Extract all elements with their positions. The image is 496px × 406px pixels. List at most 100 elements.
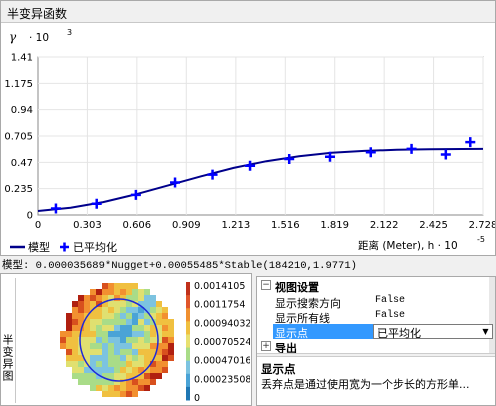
surface-cell — [120, 337, 126, 343]
surface-cell — [162, 331, 168, 337]
surface-cell — [114, 373, 120, 379]
surface-cell — [78, 313, 84, 319]
surface-cell — [156, 355, 162, 361]
surface-cell — [156, 361, 162, 367]
colorbar-segment — [186, 321, 190, 335]
surface-cell — [156, 313, 162, 319]
surface-cell — [108, 313, 114, 319]
surface-cell — [66, 349, 72, 355]
surface-cell — [126, 385, 132, 391]
surface-cell — [96, 343, 102, 349]
y-tick-label: 0.94 — [11, 105, 33, 116]
surface-cell — [78, 337, 84, 343]
surface-cell — [108, 343, 114, 349]
surface-cell — [144, 289, 150, 295]
surface-cell — [126, 367, 132, 373]
surface-cell — [144, 385, 150, 391]
surface-cell — [102, 349, 108, 355]
surface-cell — [72, 307, 78, 313]
category-export[interactable]: + 导出 — [257, 339, 495, 355]
surface-cell — [78, 361, 84, 367]
surface-cell — [114, 307, 120, 313]
semivariogram-surface-map[interactable] — [59, 282, 183, 402]
surface-cell — [114, 331, 120, 337]
surface-cell — [108, 301, 114, 307]
surface-cell — [90, 349, 96, 355]
splitter[interactable] — [257, 353, 495, 357]
surface-cell — [114, 379, 120, 385]
x-tick-label: 0 — [35, 220, 41, 231]
surface-cell — [90, 337, 96, 343]
surface-cell — [120, 325, 126, 331]
expand-icon[interactable]: + — [261, 341, 271, 351]
surface-cell — [120, 307, 126, 313]
surface-cell — [120, 331, 126, 337]
x-tick-label: 0.303 — [73, 220, 102, 231]
surface-cell — [90, 295, 96, 301]
surface-cell — [132, 283, 138, 289]
surface-cell — [126, 289, 132, 295]
surface-cell — [102, 331, 108, 337]
surface-cell — [96, 319, 102, 325]
category-view-settings[interactable]: − 视图设置 — [257, 278, 495, 294]
surface-cell — [84, 331, 90, 337]
surface-cell — [78, 307, 84, 313]
surface-cell — [144, 301, 150, 307]
surface-cell — [84, 295, 90, 301]
surface-cell — [132, 367, 138, 373]
property-value[interactable]: False — [375, 295, 405, 306]
surface-vertical-label: 半变异图 — [1, 278, 16, 403]
surface-cell — [72, 355, 78, 361]
surface-cell — [72, 325, 78, 331]
surface-cell — [144, 325, 150, 331]
surface-cell — [96, 349, 102, 355]
property-value[interactable]: False — [375, 310, 405, 321]
surface-cell — [66, 343, 72, 349]
surface-cell — [96, 331, 102, 337]
surface-cell — [102, 337, 108, 343]
surface-cell — [108, 283, 114, 289]
x-tick-label: 0.909 — [172, 220, 201, 231]
colorbar-segment — [186, 373, 190, 388]
surface-cell — [120, 289, 126, 295]
property-row-show-search-direction[interactable]: 显示搜索方向 False — [257, 294, 495, 310]
surface-cell — [144, 331, 150, 337]
show-points-dropdown[interactable]: 已平均化 ▼ — [373, 324, 493, 340]
surface-cell — [84, 325, 90, 331]
colorbar-label: 0.00070524 — [194, 337, 250, 348]
surface-cell — [120, 319, 126, 325]
legend-averaged-label: 已平均化 — [73, 240, 117, 254]
properties-grid: − 视图设置 显示搜索方向 False 显示所有线 False 显示点 已平均化… — [256, 276, 496, 406]
colorbar-segment — [186, 347, 190, 362]
x-axis-exponent: -5 — [477, 235, 485, 244]
surface-cell — [78, 379, 84, 385]
surface-cell — [150, 343, 156, 349]
collapse-icon[interactable]: − — [261, 280, 271, 290]
surface-cell — [162, 337, 168, 343]
property-row-show-points[interactable]: 显示点 已平均化 ▼ — [257, 324, 495, 340]
surface-cell — [138, 337, 144, 343]
surface-cell — [126, 307, 132, 313]
surface-cell — [132, 289, 138, 295]
surface-cell — [120, 313, 126, 319]
property-row-show-all-lines[interactable]: 显示所有线 False — [257, 309, 495, 325]
y-axis-exponent: 3 — [67, 28, 72, 37]
surface-cell — [108, 307, 114, 313]
surface-cell — [66, 319, 72, 325]
surface-cell — [126, 331, 132, 337]
surface-cell — [84, 337, 90, 343]
x-tick-label: 1.516 — [271, 220, 300, 231]
chevron-down-icon[interactable]: ▼ — [480, 326, 491, 337]
surface-cell — [138, 289, 144, 295]
surface-cell — [114, 289, 120, 295]
surface-cell — [90, 355, 96, 361]
surface-cell — [126, 349, 132, 355]
surface-cell — [126, 391, 132, 397]
surface-cell — [150, 379, 156, 385]
surface-cell — [108, 337, 114, 343]
semivariogram-chart[interactable]: 0 0.235 0.47 0.705 0.94 1.175 1.41 0 0.303 0.606 0… — [1, 23, 495, 256]
colorbar-label: 0.00094032 — [194, 318, 250, 329]
surface-cell — [126, 319, 132, 325]
surface-cell — [114, 385, 120, 391]
surface-cell — [78, 295, 84, 301]
